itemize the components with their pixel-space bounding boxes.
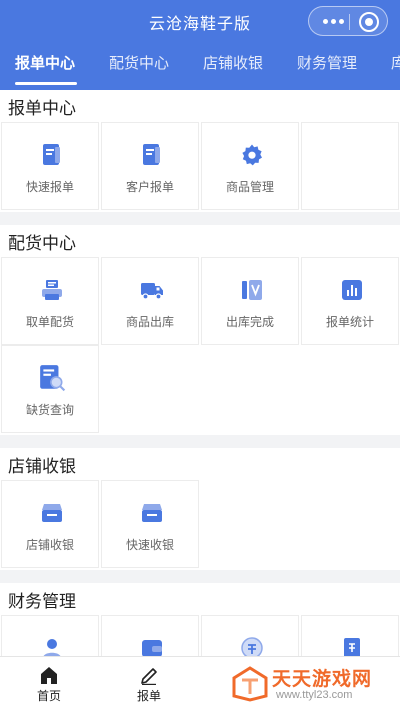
grid-item-label: 商品管理 — [225, 180, 274, 194]
section-title: 财务管理 — [8, 592, 76, 612]
grid-item-label: 报单统计 — [325, 315, 374, 329]
home-icon — [41, 667, 57, 684]
grid-item-pick-order[interactable]: 取单配货 — [1, 257, 99, 345]
more-menu-button[interactable] — [317, 10, 349, 32]
grid-item-store-cashier[interactable]: 店铺收银 — [1, 480, 99, 568]
grid-item-finance-1[interactable] — [1, 615, 99, 656]
tab-cashier[interactable]: 店铺收银 — [203, 52, 263, 73]
grid-item-label: 取单配货 — [25, 315, 74, 329]
header: 云沧海鞋子版 报单中心 配货中心 店铺收银 财务管理 库 — [0, 0, 400, 90]
grid-item-label: 出库完成 — [225, 315, 274, 329]
tab-inventory[interactable]: 库 — [391, 52, 400, 73]
section-title: 报单中心 — [8, 99, 76, 119]
tab-distribution[interactable]: 配货中心 — [109, 52, 169, 73]
grid-item-quick-order[interactable]: 快速报单 — [1, 122, 99, 210]
tab-bar: 报单中心 配货中心 店铺收银 财务管理 库 — [0, 42, 400, 90]
cash-box-icon — [42, 504, 62, 522]
search-document-icon — [40, 365, 66, 392]
nav-orders[interactable]: 报单 — [119, 657, 179, 711]
bar-chart-icon — [342, 280, 362, 300]
close-target-icon[interactable] — [359, 12, 379, 32]
person-icon — [43, 639, 61, 656]
section-title: 配货中心 — [8, 234, 76, 254]
edit-icon — [141, 668, 157, 685]
document-icon — [143, 144, 160, 165]
section-finance: 财务管理 — [0, 583, 400, 656]
grid-item-product-management[interactable]: 商品管理 — [201, 122, 299, 210]
mini-program-capsule — [308, 6, 388, 36]
grid-item-stock-out-complete[interactable]: 出库完成 — [201, 257, 299, 345]
nav-home[interactable]: 首页 — [19, 657, 79, 711]
cash-box-icon — [142, 504, 162, 522]
active-tab-indicator — [15, 82, 77, 85]
truck-icon — [141, 283, 163, 300]
section-cashier: 店铺收银 店铺收银 快速收银 — [0, 448, 400, 570]
gear-icon — [242, 144, 262, 166]
grid-item-label: 快速收银 — [125, 538, 174, 552]
watermark-text: 天天游戏网 — [272, 668, 373, 690]
title-bar: 云沧海鞋子版 — [0, 0, 400, 42]
grid-item-customer-order[interactable]: 客户报单 — [101, 122, 199, 210]
grid-item-label: 快速报单 — [25, 180, 74, 194]
grid-item-shortage-query[interactable]: 缺货查询 — [1, 345, 99, 433]
app-root: 云沧海鞋子版 报单中心 配货中心 店铺收银 财务管理 库 报单中心 快速报单 客… — [0, 0, 400, 711]
grid-item-quick-cashier[interactable]: 快速收银 — [101, 480, 199, 568]
tab-finance[interactable]: 财务管理 — [297, 52, 357, 73]
grid-item-label: 店铺收银 — [25, 538, 74, 552]
grid-item-finance-2[interactable] — [101, 615, 199, 656]
coin-icon — [241, 637, 263, 656]
grid-item-label: 客户报单 — [125, 180, 174, 194]
grid-item-order-statistics[interactable]: 报单统计 — [301, 257, 399, 345]
watermark-logo-icon — [232, 666, 268, 702]
watermark-url: www.ttyl23.com — [276, 689, 353, 701]
checkout-icon — [242, 280, 262, 300]
main-content: 报单中心 快速报单 客户报单 商品管理 配货中心 取单配货 商品出库 出库完成 … — [0, 90, 400, 656]
tab-orders[interactable]: 报单中心 — [15, 52, 75, 73]
nav-label: 首页 — [36, 689, 61, 703]
grid-item-stock-out[interactable]: 商品出库 — [101, 257, 199, 345]
grid-item-finance-4[interactable] — [301, 615, 399, 656]
grid-item-label: 缺货查询 — [25, 403, 74, 417]
grid-item-empty — [301, 122, 399, 210]
wallet-icon — [142, 640, 162, 656]
section-orders: 报单中心 快速报单 客户报单 商品管理 — [0, 90, 400, 212]
watermark: 天天游戏网 www.ttyl23.com — [232, 662, 396, 706]
grid-item-finance-3[interactable] — [201, 615, 299, 656]
section-distribution: 配货中心 取单配货 商品出库 出库完成 报单统计 缺货查询 — [0, 225, 400, 435]
printer-icon — [42, 280, 62, 300]
section-title: 店铺收银 — [8, 457, 76, 477]
grid-item-label: 商品出库 — [125, 315, 174, 329]
receipt-icon — [344, 638, 360, 656]
document-icon — [43, 144, 60, 165]
capsule-divider — [349, 14, 350, 30]
nav-label: 报单 — [136, 689, 161, 703]
